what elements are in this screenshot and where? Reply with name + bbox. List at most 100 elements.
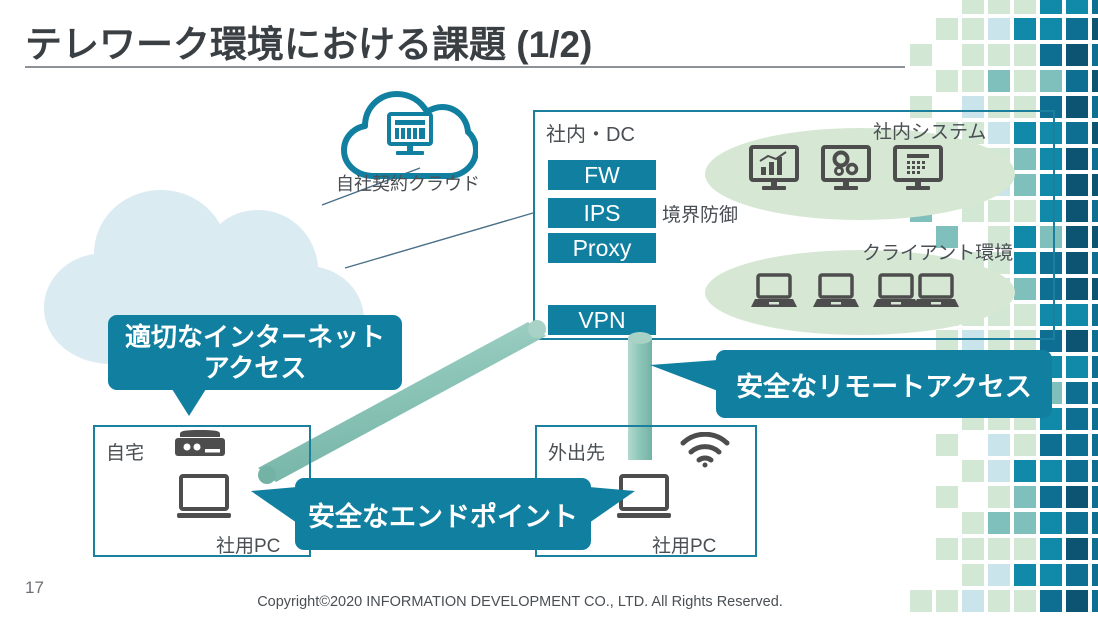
mosaic-cell bbox=[988, 44, 1010, 66]
mosaic-cell bbox=[1014, 486, 1036, 508]
boundary-defense-label: 境界防御 bbox=[662, 205, 739, 226]
monitor-gears-icon bbox=[821, 145, 871, 190]
callout-secure-endpoint: 安全なエンドポイント bbox=[251, 478, 635, 550]
mosaic-cell bbox=[1040, 434, 1062, 456]
mosaic-cell bbox=[1092, 304, 1098, 326]
mosaic-cell bbox=[1066, 226, 1088, 248]
router-icon bbox=[175, 430, 225, 456]
mosaic-cell bbox=[1066, 512, 1088, 534]
mosaic-cell bbox=[1040, 538, 1062, 560]
mosaic-cell bbox=[1066, 486, 1088, 508]
mosaic-cell bbox=[1040, 44, 1062, 66]
mosaic-cell bbox=[1066, 96, 1088, 118]
mosaic-cell bbox=[1066, 434, 1088, 456]
mosaic-cell bbox=[1066, 408, 1088, 430]
laptop-icon bbox=[751, 273, 797, 307]
mosaic-cell bbox=[1092, 434, 1098, 456]
mosaic-cell bbox=[1066, 382, 1088, 404]
mosaic-cell bbox=[1066, 148, 1088, 170]
internal-systems-label: 社内システム bbox=[873, 122, 987, 143]
mosaic-cell bbox=[962, 564, 984, 586]
callout-internet-access: 適切なインターネット アクセス bbox=[108, 315, 402, 416]
laptop-icon bbox=[813, 273, 859, 307]
callout-endpoint-text: 安全なエンドポイント bbox=[308, 501, 578, 532]
mosaic-cell bbox=[936, 486, 958, 508]
mosaic-cell bbox=[936, 538, 958, 560]
service-box-proxy: Proxy bbox=[548, 233, 656, 263]
mosaic-cell bbox=[1092, 122, 1098, 144]
mosaic-cell bbox=[1092, 18, 1098, 40]
mosaic-cell bbox=[1092, 356, 1098, 378]
mosaic-cell bbox=[1040, 460, 1062, 482]
mosaic-cell bbox=[962, 460, 984, 482]
mosaic-cell bbox=[1040, 564, 1062, 586]
mosaic-cell bbox=[1092, 70, 1098, 92]
mosaic-cell bbox=[1092, 278, 1098, 300]
callout-tail bbox=[251, 487, 297, 523]
callout-tail bbox=[172, 389, 206, 416]
mosaic-cell bbox=[910, 44, 932, 66]
mosaic-cell bbox=[1092, 460, 1098, 482]
mosaic-cell bbox=[936, 434, 958, 456]
mosaic-cell bbox=[1014, 512, 1036, 534]
mosaic-cell bbox=[1066, 460, 1088, 482]
mosaic-cell bbox=[1092, 382, 1098, 404]
title-underline bbox=[25, 66, 905, 68]
mosaic-cell bbox=[1092, 174, 1098, 196]
callout-tail bbox=[589, 487, 635, 523]
mosaic-cell bbox=[1066, 538, 1088, 560]
mosaic-cell bbox=[988, 486, 1010, 508]
mosaic-cell bbox=[1092, 408, 1098, 430]
mosaic-cell bbox=[1092, 44, 1098, 66]
service-box-fw: FW bbox=[548, 160, 656, 190]
mosaic-cell bbox=[1066, 330, 1088, 352]
laptop-icon bbox=[177, 474, 231, 518]
mosaic-cell bbox=[962, 44, 984, 66]
mosaic-cell bbox=[988, 460, 1010, 482]
mosaic-cell bbox=[1014, 460, 1036, 482]
mosaic-cell bbox=[1014, 70, 1036, 92]
monitor-chart-icon bbox=[749, 145, 799, 190]
mosaic-cell bbox=[988, 0, 1010, 14]
home-device-label: 社用PC bbox=[216, 536, 281, 557]
mosaic-cell bbox=[962, 512, 984, 534]
mosaic-cell bbox=[1040, 590, 1062, 612]
mosaic-cell bbox=[1092, 512, 1098, 534]
mosaic-cell bbox=[1014, 0, 1036, 14]
mosaic-cell bbox=[988, 70, 1010, 92]
mosaic-cell bbox=[1092, 252, 1098, 274]
mosaic-cell bbox=[1014, 18, 1036, 40]
mosaic-cell bbox=[962, 538, 984, 560]
mosaic-cell bbox=[1014, 44, 1036, 66]
mosaic-cell bbox=[1040, 18, 1062, 40]
outside-device-label: 社用PC bbox=[652, 536, 717, 557]
mosaic-cell bbox=[1066, 304, 1088, 326]
copyright-notice: Copyright©2020 INFORMATION DEVELOPMENT C… bbox=[257, 594, 783, 610]
service-box-ips: IPS bbox=[548, 198, 656, 228]
callout-tail bbox=[650, 360, 718, 391]
mosaic-cell bbox=[988, 434, 1010, 456]
client-environment-label: クライアント環境 bbox=[862, 243, 1014, 264]
mosaic-cell bbox=[988, 18, 1010, 40]
mosaic-cell bbox=[1066, 122, 1088, 144]
wifi-icon bbox=[680, 432, 730, 468]
own-cloud-label: 自社契約クラウド bbox=[336, 174, 480, 194]
datacenter-label: 社内・DC bbox=[546, 124, 635, 146]
mosaic-cell bbox=[1092, 486, 1098, 508]
mosaic-cell bbox=[1040, 0, 1062, 14]
mosaic-cell bbox=[1092, 564, 1098, 586]
mosaic-cell bbox=[1040, 486, 1062, 508]
mosaic-cell bbox=[962, 0, 984, 14]
mosaic-cell bbox=[936, 18, 958, 40]
callout-internet-line1: 適切なインターネット bbox=[124, 322, 385, 353]
slide-canvas: テレワーク環境における課題 (1/2) 自社契約クラウド 社内・DC FW IP… bbox=[0, 0, 1098, 618]
mosaic-cell bbox=[1040, 512, 1062, 534]
home-label: 自宅 bbox=[106, 443, 145, 464]
mosaic-cell bbox=[1066, 174, 1088, 196]
mosaic-cell bbox=[962, 18, 984, 40]
mosaic-cell bbox=[1092, 590, 1098, 612]
mosaic-cell bbox=[1092, 148, 1098, 170]
mosaic-cell bbox=[1092, 226, 1098, 248]
mosaic-cell bbox=[1014, 564, 1036, 586]
monitor-calendar-icon bbox=[893, 145, 943, 190]
